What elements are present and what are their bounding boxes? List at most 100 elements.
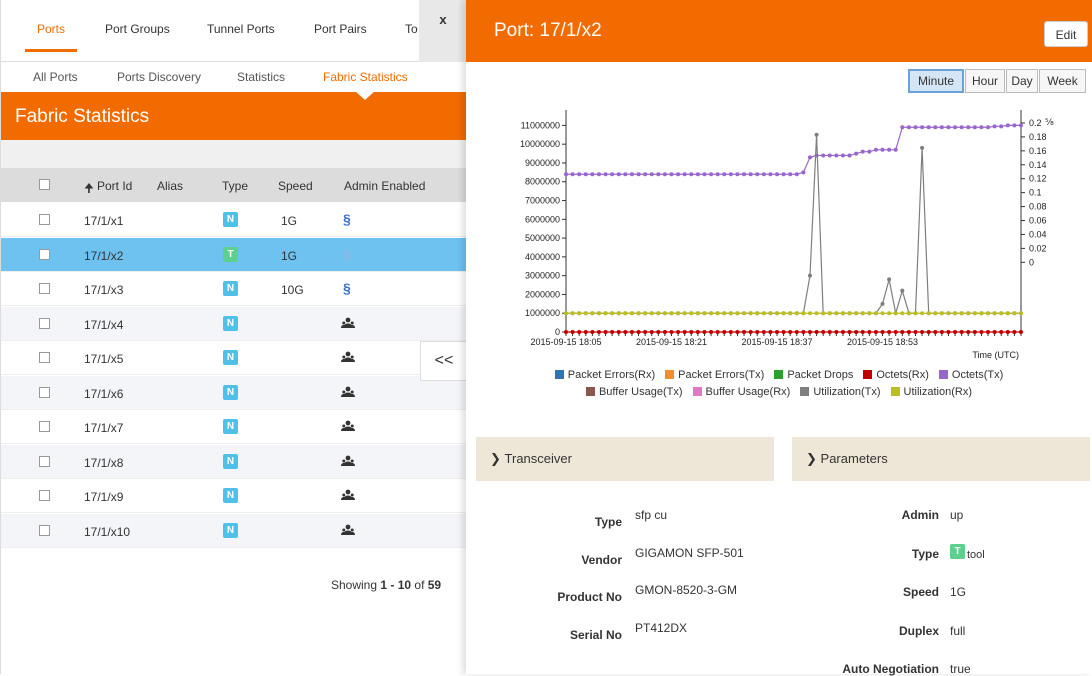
parameters-section-header[interactable]: ❯ Parameters (792, 437, 1090, 481)
data-point-utilization-rx (794, 311, 799, 316)
select-all-checkbox[interactable] (39, 179, 50, 190)
legend-item[interactable]: Utilization(Rx) (890, 386, 972, 398)
data-point-octets-tx (801, 170, 806, 175)
legend-item[interactable]: Octets(Tx) (938, 369, 1003, 381)
data-point-octets-rx (946, 330, 951, 334)
subtab-fabric-statistics[interactable]: Fabric Statistics (323, 70, 408, 84)
port-detail-title: Port: 17/1/x2 (494, 20, 602, 41)
speed-cell: 10G (281, 283, 304, 297)
data-point-octets-tx (709, 172, 714, 177)
link-icon: § (343, 211, 351, 227)
y2-tick-label: 0.06 (1029, 216, 1047, 226)
data-point-utilization-rx (596, 311, 601, 316)
col-type[interactable]: Type (222, 179, 248, 193)
data-point-octets-rx (761, 330, 766, 334)
data-point-utilization-rx (662, 311, 667, 316)
port-id-cell: 17/1/x9 (84, 490, 124, 504)
data-point-octets-tx (913, 125, 918, 130)
y2-tick-label: 0.18 (1029, 132, 1047, 142)
tab-tunnel-ports[interactable]: Tunnel Ports (207, 22, 275, 36)
row-checkbox[interactable] (39, 455, 50, 467)
row-checkbox[interactable] (39, 490, 50, 501)
range-week-button[interactable]: Week (1039, 69, 1086, 93)
col-admin-enabled[interactable]: Admin Enabled (344, 179, 425, 193)
data-point-utilization-rx (649, 311, 654, 316)
data-point-utilization-tx (900, 288, 905, 293)
data-point-utilization-rx (946, 311, 951, 316)
data-point-octets-tx (682, 172, 687, 177)
tab-ports[interactable]: Ports (24, 22, 78, 52)
row-checkbox[interactable] (39, 524, 50, 536)
data-point-octets-rx (906, 330, 911, 334)
row-checkbox[interactable] (39, 352, 50, 363)
table-row[interactable]: 17/1/x8 N (1, 444, 466, 479)
y-tick-label: 6000000 (525, 214, 560, 224)
data-point-octets-rx (564, 330, 568, 334)
legend-row: Packet Errors(Rx) Packet Errors(Tx) Packet… (466, 369, 1092, 381)
row-checkbox[interactable] (39, 214, 50, 225)
data-point-octets-tx (748, 172, 753, 177)
users-icon (341, 524, 355, 539)
row-checkbox[interactable] (39, 283, 50, 294)
close-button[interactable]: x (419, 0, 466, 62)
range-day-button[interactable]: Day (1006, 69, 1038, 93)
col-port-id[interactable]: Port Id (97, 179, 132, 193)
table-row[interactable]: 17/1/x1 N 1G § (1, 203, 466, 237)
x-tick-label: 2015-09-15 18:37 (741, 337, 812, 347)
data-point-utilization-rx (959, 311, 964, 316)
users-icon (341, 351, 355, 366)
table-row[interactable]: 17/1/x6 N (1, 375, 466, 410)
range-hour-button[interactable]: Hour (965, 69, 1005, 93)
port-type-badge: N (223, 488, 238, 503)
data-point-utilization-rx (722, 311, 727, 316)
row-checkbox[interactable] (39, 317, 50, 329)
legend-item[interactable]: Buffer Usage(Tx) (585, 386, 683, 398)
range-minute-button[interactable]: Minute (908, 69, 964, 93)
table-row[interactable]: 17/1/x5 N (1, 341, 466, 375)
row-checkbox[interactable] (39, 386, 50, 398)
data-point-utilization-rx (814, 311, 819, 316)
users-icon (341, 455, 355, 470)
data-point-utilization-rx (616, 311, 621, 316)
col-alias[interactable]: Alias (157, 179, 183, 193)
x-tick-label: 2015-09-15 18:05 (530, 337, 601, 347)
col-speed[interactable]: Speed (278, 179, 313, 193)
data-point-octets-tx (775, 172, 780, 177)
tab-port-groups[interactable]: Port Groups (105, 22, 170, 36)
legend-item[interactable]: Packet Errors(Rx) (554, 369, 655, 381)
legend-item[interactable]: Packet Errors(Tx) (665, 369, 764, 381)
table-row[interactable]: 17/1/x10 N (1, 513, 466, 548)
data-point-utilization-rx (933, 311, 938, 316)
collapse-panel-button[interactable]: << (420, 341, 466, 381)
data-point-octets-rx (972, 330, 977, 334)
legend-item[interactable]: Utilization(Tx) (800, 386, 881, 398)
port-type-badge: N (223, 315, 238, 331)
data-point-utilization-rx (715, 311, 720, 316)
row-checkbox[interactable] (39, 248, 50, 260)
sort-asc-icon[interactable]: 🠉 (84, 179, 94, 200)
tab-tool-ports[interactable]: To (405, 22, 418, 36)
y-tick-label: 9000000 (525, 158, 560, 168)
data-point-utilization-rx (748, 311, 753, 316)
table-row[interactable]: 17/1/x9 N (1, 479, 466, 513)
edit-button[interactable]: Edit (1044, 21, 1088, 47)
transceiver-section-header[interactable]: ❯ Transceiver (476, 437, 774, 481)
legend-item[interactable]: Buffer Usage(Rx) (692, 386, 790, 398)
legend-item[interactable]: Octets(Rx) (863, 369, 929, 381)
data-point-octets-tx (755, 172, 760, 177)
tab-port-pairs[interactable]: Port Pairs (314, 22, 367, 36)
y-tick-label: 11000000 (521, 120, 560, 130)
row-checkbox[interactable] (39, 421, 50, 432)
table-row[interactable]: 17/1/x3 N 10G § (1, 272, 466, 306)
data-point-octets-rx (1012, 330, 1017, 334)
table-row[interactable]: 17/1/x2 T 1G § (1, 237, 466, 272)
port-id-cell: 17/1/x1 (84, 214, 124, 228)
subtab-all-ports[interactable]: All Ports (33, 70, 78, 84)
y-tick-label: 1000000 (525, 308, 560, 318)
table-row[interactable]: 17/1/x7 N (1, 410, 466, 444)
users-icon (341, 317, 355, 332)
table-row[interactable]: 17/1/x4 N (1, 306, 466, 341)
legend-item[interactable]: Packet Drops (774, 369, 853, 381)
subtab-ports-discovery[interactable]: Ports Discovery (117, 70, 201, 84)
subtab-statistics[interactable]: Statistics (237, 70, 285, 84)
